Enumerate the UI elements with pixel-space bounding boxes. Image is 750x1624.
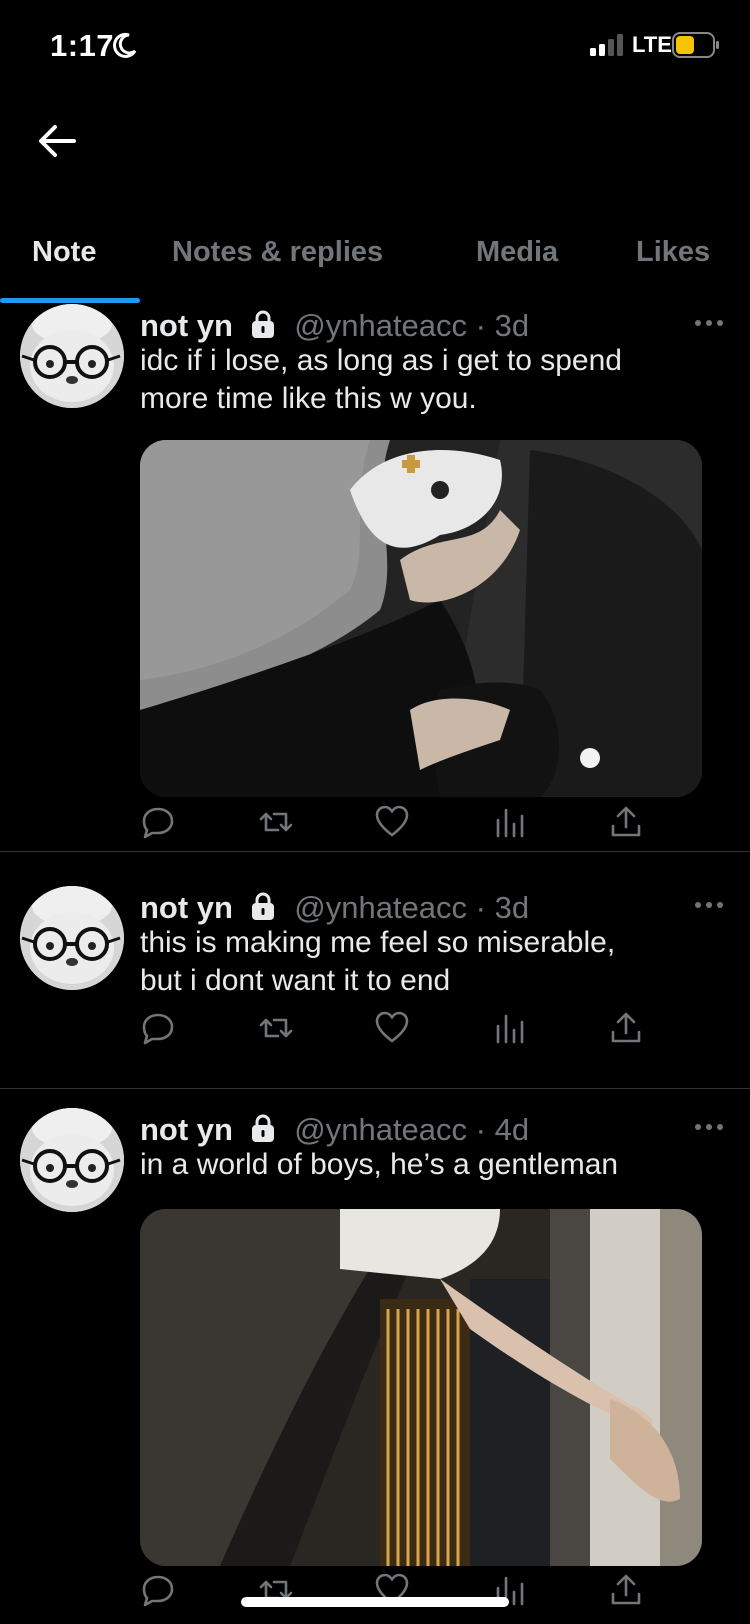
tweet-text-line: this is making me feel so miserable,: [140, 926, 616, 959]
retweet-icon[interactable]: [258, 1010, 294, 1046]
avatar[interactable]: [20, 1108, 124, 1212]
tweet-photo[interactable]: [140, 440, 702, 797]
avatar[interactable]: [20, 886, 124, 990]
status-time: 1:17: [50, 28, 115, 63]
tweet[interactable]: not yn @ynhateacc · 3d this is making me…: [0, 882, 750, 1089]
display-name[interactable]: not yn: [140, 308, 233, 343]
tweet[interactable]: not yn @ynhateacc · 3d idc if i lose, as…: [0, 300, 750, 852]
reply-icon[interactable]: [140, 1572, 176, 1608]
more-options-icon[interactable]: [694, 1122, 724, 1132]
tweet-text: idc if i lose, as long as i get to spend…: [140, 342, 720, 418]
tweet-header: not yn @ynhateacc · 4d: [140, 1112, 529, 1148]
share-icon[interactable]: [608, 1010, 644, 1046]
display-name[interactable]: not yn: [140, 890, 233, 925]
reply-icon[interactable]: [140, 804, 176, 840]
tab-note[interactable]: Note: [32, 236, 96, 269]
lock-icon: [251, 1114, 274, 1142]
signal-icon: [590, 34, 623, 56]
lock-icon: [251, 892, 274, 920]
home-indicator[interactable]: [241, 1597, 509, 1607]
lock-icon: [251, 310, 274, 338]
network-label: LTE: [632, 32, 672, 57]
photo-game-controller: [140, 440, 702, 797]
tweet-text-line: more time like this w you.: [140, 382, 477, 415]
tweet-header: not yn @ynhateacc · 3d: [140, 308, 529, 344]
share-icon[interactable]: [608, 804, 644, 840]
tweet-actions: [140, 804, 660, 844]
tweet-text-line: but i dont want it to end: [140, 964, 451, 997]
status-bar: 1:17 LTE: [0, 0, 750, 90]
handle-and-time: @ynhateacc · 3d: [294, 890, 530, 925]
more-options-icon[interactable]: [694, 318, 724, 328]
avatar[interactable]: [20, 304, 124, 408]
tweet-header: not yn @ynhateacc · 3d: [140, 890, 529, 926]
tab-media[interactable]: Media: [476, 236, 558, 269]
tweet-text: this is making me feel so miserable, but…: [140, 924, 720, 1000]
more-options-icon[interactable]: [694, 900, 724, 910]
tweet-photo[interactable]: [140, 1209, 702, 1566]
retweet-icon[interactable]: [258, 804, 294, 840]
tweet-text-line: in a world of boys, he’s a gentleman: [140, 1148, 619, 1181]
profile-tabs: Note Notes & replies Media Likes: [0, 218, 750, 306]
battery-icon: [672, 32, 719, 58]
back-button[interactable]: [34, 118, 80, 164]
reply-icon[interactable]: [140, 1010, 176, 1046]
moon-icon: [113, 32, 137, 58]
share-icon[interactable]: [608, 1572, 644, 1608]
handle-and-time: @ynhateacc · 3d: [294, 308, 530, 343]
tweet-actions: [140, 1010, 660, 1050]
handle-and-time: @ynhateacc · 4d: [294, 1112, 530, 1147]
views-icon[interactable]: [492, 804, 528, 840]
tweet-text-line: idc if i lose, as long as i get to spend: [140, 344, 622, 377]
views-icon[interactable]: [492, 1010, 528, 1046]
photo-open-door: [140, 1209, 702, 1566]
tweet-text: in a world of boys, he’s a gentleman: [140, 1146, 720, 1184]
like-icon[interactable]: [374, 1010, 410, 1046]
tweet[interactable]: not yn @ynhateacc · 4d in a world of boy…: [0, 1090, 750, 1624]
display-name[interactable]: not yn: [140, 1112, 233, 1147]
like-icon[interactable]: [374, 804, 410, 840]
tab-notes-replies[interactable]: Notes & replies: [172, 236, 383, 269]
tab-likes[interactable]: Likes: [636, 236, 710, 269]
